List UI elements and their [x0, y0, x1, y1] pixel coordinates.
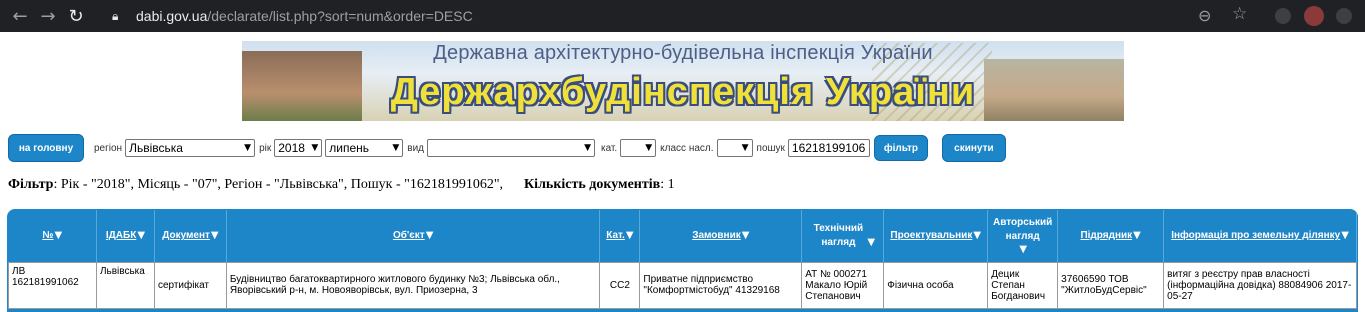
column-header-idabk[interactable]: ІДАБК▼	[96, 210, 155, 262]
zoom-icon[interactable]: ⊖	[1198, 6, 1211, 25]
month-select[interactable]: липень ▼	[325, 139, 404, 157]
column-header-designer[interactable]: Проектувальник▼	[883, 210, 989, 262]
category-label: кат.	[600, 142, 618, 154]
browser-toolbar: ← → ↻ 🔒︎ dabi.gov.ua/declarate/list.php?…	[0, 0, 1365, 32]
address-bar[interactable]: 🔒︎ dabi.gov.ua/declarate/list.php?sort=n…	[108, 3, 1258, 29]
sort-arrow-icon: ▼	[1341, 230, 1349, 242]
search-label: пошук	[756, 142, 785, 154]
cell-land-info: витяг з реєстру прав власності (інформац…	[1163, 261, 1357, 309]
chevron-down-icon: ▼	[392, 143, 400, 153]
cell-tech-supervision: АТ № 000271 Макало Юрій Степанович	[801, 261, 885, 309]
header-label: №	[42, 230, 54, 242]
chevron-down-icon: ▼	[584, 143, 591, 153]
type-label: вид	[407, 142, 424, 154]
filter-bar: на головну регіон Львівська ▼ рік 2018 ▼…	[8, 134, 1358, 162]
home-button[interactable]: на головну	[8, 134, 84, 162]
cell-number: ЛВ 162181991062	[8, 261, 97, 309]
chevron-down-icon: ▼	[311, 143, 319, 153]
sort-arrow-icon: ▼	[625, 230, 634, 242]
header-label: ІДАБК	[105, 230, 137, 242]
back-arrow-icon[interactable]: ←	[6, 0, 34, 32]
bookmark-star-icon[interactable]: ☆	[1232, 4, 1247, 24]
chevron-down-icon: ▼	[645, 143, 653, 153]
filter-summary-label: Фільтр	[8, 177, 54, 192]
sort-arrow-icon: ▼	[137, 230, 146, 242]
column-header-author-supervision[interactable]: Авторський нагляд▼	[987, 210, 1059, 262]
cell-contractor: 37606590 ТОВ "ЖитлоБудСервіс"	[1057, 261, 1165, 309]
sort-arrow-icon: ▼	[741, 230, 750, 242]
column-header-customer[interactable]: Замовник▼	[639, 210, 803, 262]
sort-arrow-icon: ▼	[1133, 230, 1141, 242]
url-text: dabi.gov.ua/declarate/list.php?sort=num&…	[136, 8, 473, 24]
column-header-object[interactable]: Об'єкт▼	[226, 210, 601, 262]
column-header-land-info[interactable]: Інформація про земельну ділянку▼	[1163, 210, 1357, 262]
url-host: dabi.gov.ua	[136, 8, 208, 24]
header-label: Об'єкт	[392, 230, 425, 242]
document-count-value: : 1	[660, 177, 675, 192]
forward-arrow-icon[interactable]: →	[34, 0, 62, 32]
filter-summary-text: : Рік - "2018", Місяць - "07", Регіон - …	[53, 177, 504, 192]
month-select-value: липень	[329, 141, 370, 155]
sort-arrow-icon: ▼	[973, 230, 982, 242]
results-table: №▼ ІДАБК▼ Документ▼ Об'єкт▼ Кат.▼ Замовн…	[8, 210, 1357, 309]
category-select[interactable]: ▼	[620, 139, 657, 157]
chevron-down-icon: ▼	[244, 143, 252, 153]
header-label: Кат.	[606, 230, 625, 242]
header-label: Інформація про земельну ділянку	[1171, 230, 1341, 242]
type-select[interactable]: ▼	[426, 139, 595, 157]
url-path: /declarate/list.php?sort=num&order=DESC	[207, 8, 473, 24]
cell-idabk: Львівська	[95, 261, 155, 309]
cell-author-supervision: Децик Степан Богданович	[987, 261, 1059, 309]
column-header-tech-supervision[interactable]: Технічний нагляд ▼	[801, 210, 885, 262]
column-header-document[interactable]: Документ▼	[154, 210, 227, 262]
table-header-row: №▼ ІДАБК▼ Документ▼ Об'єкт▼ Кат.▼ Замовн…	[8, 210, 1357, 262]
column-header-category[interactable]: Кат.▼	[599, 210, 641, 262]
cell-category: СС2	[599, 261, 641, 309]
extension-icon[interactable]	[1275, 8, 1291, 24]
cell-customer: Приватне підприємство "Комфортмістобуд" …	[639, 261, 803, 309]
results-table-container: №▼ ІДАБК▼ Документ▼ Об'єкт▼ Кат.▼ Замовн…	[7, 209, 1358, 312]
sort-arrow-icon: ▼	[867, 236, 876, 248]
header-label: Технічний нагляд	[813, 222, 864, 248]
cell-object: Будівництво багатоквартирного житлового …	[225, 261, 601, 309]
header-label: Підрядник	[1080, 230, 1133, 242]
filter-button[interactable]: фільтр	[873, 135, 928, 161]
filter-summary: Фільтр: Рік - "2018", Місяць - "07", Рег…	[8, 177, 675, 193]
table-row[interactable]: ЛВ 162181991062 Львівська сертифікат Буд…	[8, 261, 1357, 309]
class-select[interactable]: ▼	[716, 139, 753, 157]
reset-button[interactable]: скинути	[941, 134, 1006, 162]
year-select[interactable]: 2018 ▼	[274, 139, 323, 157]
profile-avatar[interactable]	[1304, 6, 1324, 26]
search-input[interactable]: 16218199106	[787, 139, 870, 157]
cell-designer: Фізична особа	[883, 261, 989, 309]
year-label: рік	[259, 142, 272, 154]
lock-icon: 🔒︎	[112, 8, 119, 23]
column-header-contractor[interactable]: Підрядник▼	[1057, 210, 1165, 262]
header-label: Документ	[162, 230, 210, 242]
region-select-value: Львівська	[129, 141, 183, 155]
extension-icon[interactable]	[1336, 8, 1352, 24]
header-label: Замовник	[692, 230, 741, 242]
banner-title: Держархбудінспекція України	[390, 71, 976, 113]
class-label: класс насл.	[660, 142, 714, 154]
year-select-value: 2018	[278, 141, 305, 155]
chevron-down-icon: ▼	[741, 143, 749, 153]
sort-arrow-icon: ▼	[425, 230, 434, 242]
header-banner: Державна архітектурно-будівельна інспекц…	[242, 41, 1124, 121]
header-label: Авторський нагляд	[993, 217, 1053, 243]
region-label: регіон	[94, 142, 123, 154]
region-select[interactable]: Львівська ▼	[125, 139, 256, 157]
document-count-label: Кількість документів	[524, 177, 661, 192]
reload-icon[interactable]: ↻	[62, 0, 90, 32]
header-label: Проектувальник	[890, 230, 973, 242]
sort-arrow-icon: ▼	[1019, 244, 1028, 256]
cell-document: сертифікат	[153, 261, 227, 309]
sort-arrow-icon: ▼	[210, 230, 219, 242]
column-header-number[interactable]: №▼	[8, 210, 97, 262]
banner-subtitle: Державна архітектурно-будівельна інспекц…	[433, 42, 933, 64]
sort-arrow-icon: ▼	[54, 230, 63, 242]
